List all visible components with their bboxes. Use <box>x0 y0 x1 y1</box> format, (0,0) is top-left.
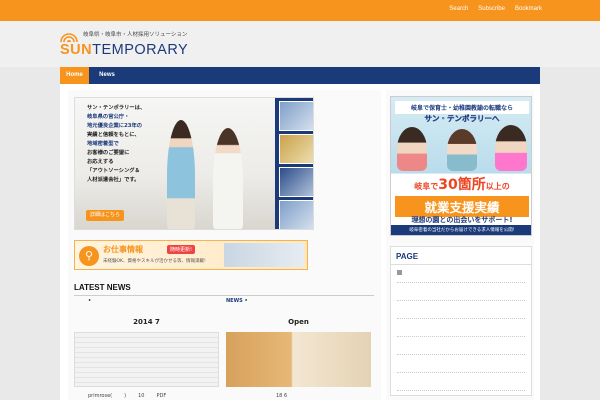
search-link[interactable]: Search <box>449 6 468 12</box>
nav-news[interactable]: News <box>92 67 122 84</box>
page-widget-title: PAGE <box>391 247 531 265</box>
page-list-item[interactable] <box>397 283 525 301</box>
news-meta-text: 18 6 <box>276 393 288 399</box>
top-links: Search Subscribe Bookmark <box>449 6 542 12</box>
job-info-title: お仕事情報 <box>103 245 143 254</box>
job-info-banner[interactable]: ⚲ お仕事情報 随時更新! 未経験OK、資格やスキルが活かせる等、情報満載! <box>74 240 308 270</box>
news-meta: primrose( ) 10 PDF <box>74 393 219 399</box>
site-brand: SUNTEMPORARY <box>60 42 188 58</box>
hero-line: 地元優良企業に23年の <box>87 123 143 129</box>
main-column: サン・テンポラリーは、 岐阜県の官公庁・ 地元優良企業に23年の 実績と信頼をも… <box>68 90 381 400</box>
news-meta-text: 10 <box>138 393 145 399</box>
top-bar: Search Subscribe Bookmark <box>0 0 600 21</box>
page-widget: PAGE <box>390 246 532 396</box>
hero-slider[interactable]: サン・テンポラリーは、 岐阜県の官公庁・ 地元優良企業に23年の 実績と信頼をも… <box>74 97 314 230</box>
bookmark-link[interactable]: Bookmark <box>515 6 542 12</box>
page-list-item[interactable] <box>397 355 525 373</box>
banner-line-post: 以上の <box>485 182 510 191</box>
banner-person-image <box>397 127 427 171</box>
site-logo[interactable]: 岐阜県・岐阜市・人材採用ソリューション SUNTEMPORARY <box>60 30 190 64</box>
news-item[interactable]: • 2014 7 primrose( ) 10 PDF <box>74 298 219 399</box>
hero-line: お応えする <box>87 159 114 165</box>
nav-home[interactable]: Home <box>60 67 89 84</box>
hero-line: 「アウトソーシング＆ <box>87 168 140 174</box>
news-meta-text: ) <box>124 393 127 399</box>
brand-temporary: TEMPORARY <box>92 42 189 58</box>
news-meta-text: PDF <box>156 393 167 399</box>
childcare-banner[interactable]: 岐阜で保育士・幼稚園教諭の転職なら サン・テンポラリーへ 岐阜で30箇所以上の … <box>390 96 532 236</box>
news-title[interactable]: 2014 7 <box>74 318 219 326</box>
news-meta: 18 6 <box>226 393 371 399</box>
content-area: サン・テンポラリーは、 岐阜県の官公庁・ 地元優良企業に23年の 実績と信頼をも… <box>60 84 540 400</box>
hero-person-image <box>167 120 195 229</box>
page-list-item[interactable] <box>397 337 525 355</box>
news-category: NEWS • <box>226 298 248 304</box>
news-meta-text: primrose( <box>88 393 113 399</box>
subscribe-link[interactable]: Subscribe <box>478 6 505 12</box>
banner-line-pre: 岐阜で <box>414 182 439 191</box>
news-category: • <box>88 298 92 304</box>
main-nav: Home News <box>60 67 540 84</box>
page-list-item[interactable] <box>397 373 525 391</box>
news-item[interactable]: NEWS • Open 18 6 <box>226 298 371 399</box>
banner-line: サン・テンポラリーへ <box>424 114 500 123</box>
news-title[interactable]: Open <box>226 318 371 326</box>
site-tagline: 岐阜県・岐阜市・人材採用ソリューション <box>83 32 188 38</box>
banner-line: 岐阜で30箇所以上の <box>395 174 529 194</box>
hero-thumbnails <box>275 98 313 229</box>
slider-thumb[interactable] <box>279 134 313 164</box>
page-list-item[interactable] <box>397 265 525 283</box>
hero-line: 実績と信頼をもとに、 <box>87 132 140 138</box>
hero-line: お客様のご要望に <box>87 150 130 156</box>
hero-details-button[interactable]: 詳細はこちら <box>86 210 124 221</box>
slider-thumb[interactable] <box>279 200 313 229</box>
header: 岐阜県・岐阜市・人材採用ソリューション SUNTEMPORARY <box>0 21 600 67</box>
sun-logo-icon <box>60 33 78 42</box>
latest-news-heading: LATEST NEWS <box>74 283 131 292</box>
job-info-sub: 未経験OK、資格やスキルが活かせる等、情報満載! <box>103 259 206 264</box>
hero-line: サン・テンポラリーは、 <box>87 105 146 111</box>
hero-line: 岐阜県の官公庁・ <box>87 114 130 120</box>
news-thumbnail[interactable] <box>74 332 219 387</box>
page-list-item[interactable] <box>397 319 525 337</box>
hero-text: サン・テンポラリーは、 岐阜県の官公庁・ 地元優良企業に23年の 実績と信頼をも… <box>87 104 155 185</box>
news-thumbnail[interactable] <box>226 332 371 387</box>
page-bullet-icon <box>397 270 402 275</box>
hero-line: 地域密着型で <box>87 141 119 147</box>
slider-thumb[interactable] <box>279 167 313 197</box>
banner-line: 理想の園との出会いをサポート! <box>411 216 513 224</box>
banner-person-image <box>447 129 477 171</box>
hero-line: 人材派遣会社」です。 <box>87 177 140 183</box>
page-list-item[interactable] <box>397 301 525 319</box>
update-badge: 随時更新! <box>167 245 196 254</box>
banner-line-num: 30箇所 <box>438 177 486 193</box>
banner-person-image <box>495 125 527 171</box>
divider <box>74 295 374 296</box>
banner-line: 岐阜密着の当社だからお届けできる求人情報を公開! <box>391 225 531 235</box>
brand-sun: SUN <box>60 42 93 58</box>
banner-line: 就業支援実績 <box>395 196 529 217</box>
job-info-photo <box>224 243 304 267</box>
hero-person-image <box>213 128 243 229</box>
slider-thumb[interactable] <box>279 101 313 131</box>
magnifier-icon: ⚲ <box>79 246 99 266</box>
sidebar: 岐阜で保育士・幼稚園教諭の転職なら サン・テンポラリーへ 岐阜で30箇所以上の … <box>386 90 534 400</box>
